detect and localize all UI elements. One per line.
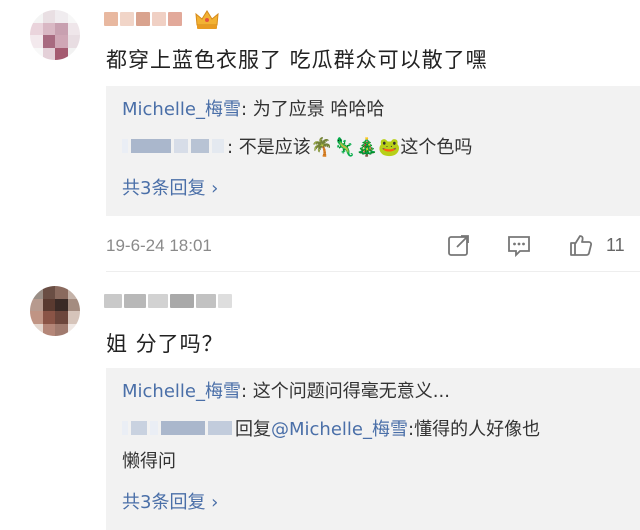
reply-text: : 不是应该🌴🦎🎄🐸这个色吗 [227,137,473,158]
mention-link[interactable]: @Michelle_梅雪 [271,419,408,440]
avatar-mosaic [30,10,80,60]
comment-icon[interactable] [506,232,532,258]
comment-2: 姐 分了吗？ Michelle_梅雪: 这个问题问得毫无意义... 回复@Mic… [0,272,640,530]
more-replies-link[interactable]: 共3条回复 › [122,174,218,200]
crown-icon [195,10,219,29]
reply-author[interactable]: Michelle_梅雪 [122,99,241,120]
reply-box[interactable]: Michelle_梅雪: 为了应景 哈哈哈 : 不是应该🌴🦎🎄🐸这个色吗 共3条… [106,86,640,216]
reply-text: : 为了应景 哈哈哈 [241,99,385,120]
reply-2-continued: 懒得问 [122,451,176,472]
like-count: 11 [606,235,625,255]
thumbs-up-icon[interactable] [568,232,594,258]
reply-2: 回复@Michelle_梅雪:懂得的人好像也 [122,416,624,444]
comment-meta: 19-6-24 18:01 11 [106,232,626,262]
comment-text: 都穿上蓝色衣服了 吃瓜群众可以散了嘿 [106,48,488,72]
comment-text: 姐 分了吗？ [106,332,224,356]
reply-1: Michelle_梅雪: 这个问题问得毫无意义... [122,378,624,406]
username-blurred[interactable] [104,290,234,310]
reply-text: :懂得的人好像也 [408,419,541,440]
reply-author[interactable]: Michelle_梅雪 [122,381,241,402]
reply-text: : 这个问题问得毫无意义... [241,381,450,402]
timestamp: 19-6-24 18:01 [106,236,212,255]
reply-prefix: 回复 [235,419,271,440]
avatar[interactable] [30,286,80,336]
more-replies-link[interactable]: 共3条回复 › [122,488,218,514]
reply-author-blurred[interactable] [122,416,235,444]
username-blurred[interactable] [104,8,184,28]
reply-author-blurred[interactable] [122,134,227,162]
avatar[interactable] [30,10,80,60]
reply-box[interactable]: Michelle_梅雪: 这个问题问得毫无意义... 回复@Michelle_梅… [106,368,640,530]
avatar-mosaic [30,286,80,336]
comment-1: 都穿上蓝色衣服了 吃瓜群众可以散了嘿 Michelle_梅雪: 为了应景 哈哈哈… [0,0,640,272]
share-icon[interactable] [446,232,472,258]
reply-2: : 不是应该🌴🦎🎄🐸这个色吗 [122,134,624,162]
reply-1: Michelle_梅雪: 为了应景 哈哈哈 [122,96,624,124]
